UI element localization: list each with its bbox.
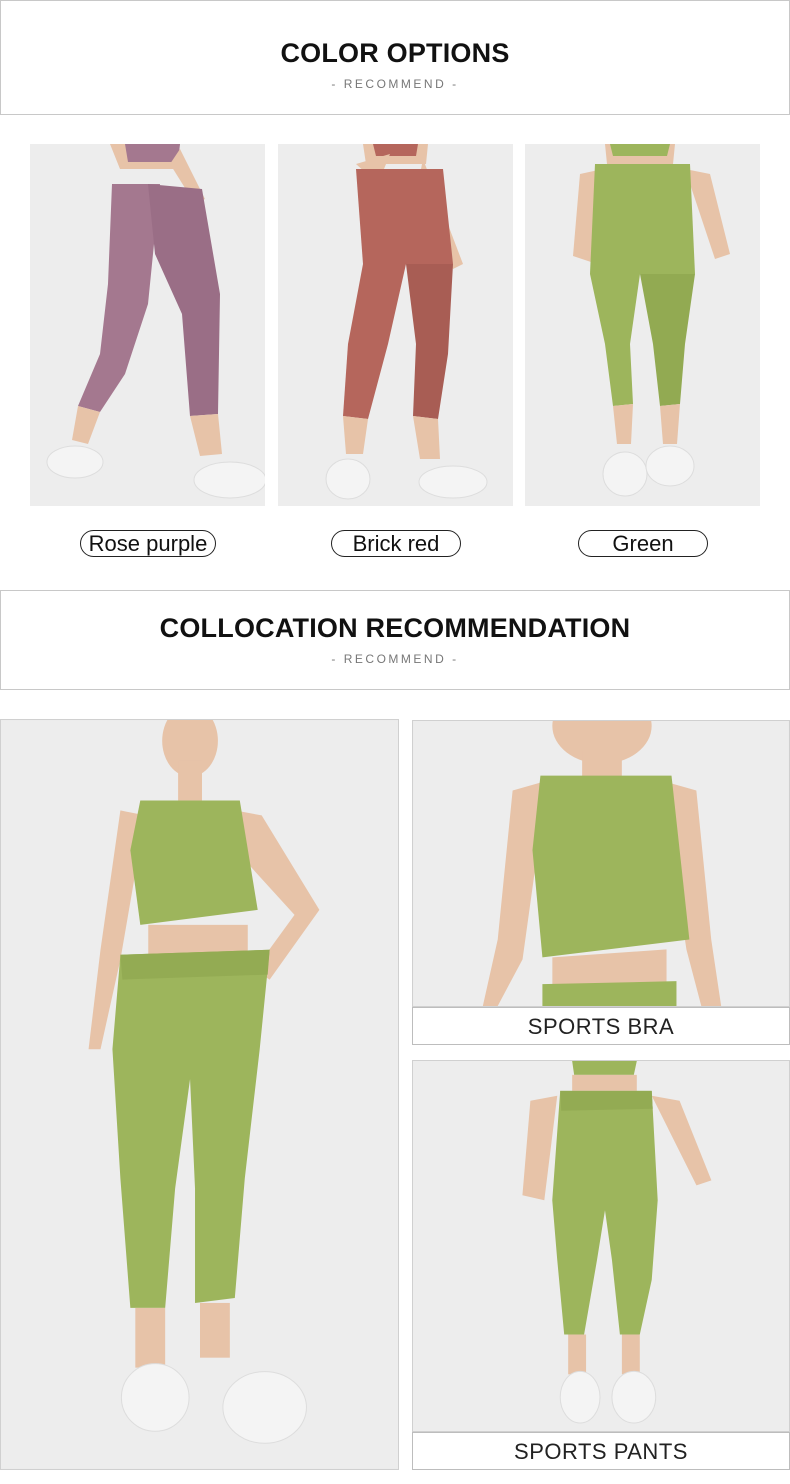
brick-red-photo[interactable] bbox=[278, 144, 513, 506]
section-subtitle: - RECOMMEND - bbox=[331, 77, 459, 91]
collocation-header: COLLOCATION RECOMMENDATION - RECOMMEND - bbox=[0, 590, 790, 690]
sports-bra-image bbox=[413, 721, 789, 1006]
sports-bra-photo[interactable] bbox=[412, 720, 790, 1007]
section-subtitle: - RECOMMEND - bbox=[331, 652, 459, 666]
color-options-header: COLOR OPTIONS - RECOMMEND - bbox=[0, 0, 790, 115]
color-option-rose-purple[interactable]: Rose purple bbox=[80, 530, 216, 557]
section-title: COLLOCATION RECOMMENDATION bbox=[159, 613, 631, 643]
section-title: COLOR OPTIONS bbox=[280, 38, 510, 68]
sports-pants-photo[interactable] bbox=[412, 1060, 790, 1432]
sports-pants-caption: SPORTS PANTS bbox=[412, 1432, 790, 1470]
green-photo[interactable] bbox=[525, 144, 760, 506]
sports-pants-image bbox=[413, 1061, 789, 1431]
color-option-green[interactable]: Green bbox=[578, 530, 708, 557]
color-option-brick-red[interactable]: Brick red bbox=[331, 530, 461, 557]
brick-red-leggings-image bbox=[278, 144, 513, 506]
full-outfit-image bbox=[1, 720, 398, 1469]
rose-purple-photo[interactable] bbox=[30, 144, 265, 506]
rose-purple-leggings-image bbox=[30, 144, 265, 506]
green-leggings-image bbox=[525, 144, 760, 506]
full-outfit-photo[interactable] bbox=[0, 719, 399, 1470]
sports-bra-caption: SPORTS BRA bbox=[412, 1007, 790, 1045]
